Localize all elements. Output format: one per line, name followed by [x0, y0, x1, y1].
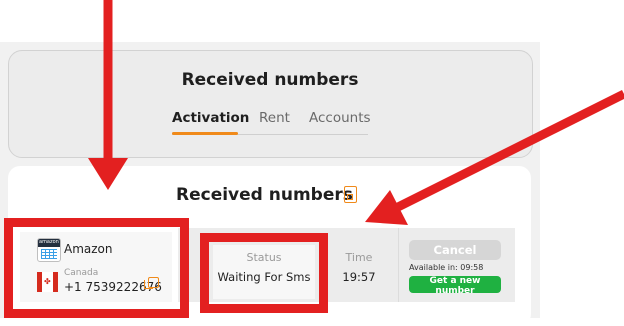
annotation-arrows [88, 0, 624, 225]
annotation-arrow-diagonal [365, 89, 624, 225]
annotation-arrow-down [88, 0, 128, 190]
